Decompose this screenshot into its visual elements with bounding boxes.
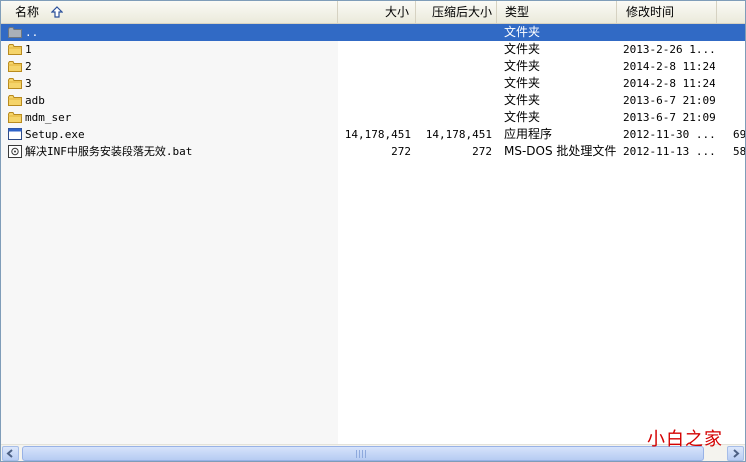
column-modified-header[interactable]: 修改时间 [617, 1, 717, 23]
file-row[interactable]: adb 文件夹 2013-6-7 21:09 [1, 92, 745, 109]
column-name-label: 名称 [15, 5, 40, 19]
folder-icon [7, 41, 23, 58]
scroll-right-button[interactable] [727, 446, 744, 461]
file-modified: 2014-2-8 11:24 [623, 77, 715, 90]
file-name: Setup.exe [25, 128, 85, 141]
file-extra [733, 58, 745, 75]
file-compressed-size [416, 75, 492, 92]
file-type: 文件夹 [504, 93, 541, 107]
file-rows: .. 文件夹 1 文件夹 2013-2-26 1... 2 文件夹 2014-2-8 11:2… [1, 24, 745, 160]
sort-up-icon [51, 6, 63, 18]
file-compressed-size [416, 109, 492, 126]
column-name-header[interactable]: 名称 [1, 1, 338, 23]
file-modified: 2012-11-30 ... [623, 128, 715, 141]
arrow-right-icon [733, 449, 740, 458]
file-type: 文件夹 [504, 76, 541, 90]
file-name: 解决INF中服务安装段落无效.bat [25, 145, 193, 158]
file-type: 应用程序 [504, 127, 553, 141]
column-type-header[interactable]: 类型 [497, 1, 617, 23]
file-name: mdm_ser [25, 111, 72, 124]
file-compressed-size [416, 58, 492, 75]
file-modified: 2013-6-7 21:09 [623, 111, 715, 124]
file-name: 1 [25, 43, 32, 56]
file-extra: 58 [733, 145, 746, 158]
scroll-thumb[interactable] [22, 446, 704, 461]
horizontal-scrollbar[interactable] [1, 444, 745, 461]
folder-icon [7, 75, 23, 92]
file-type: 文件夹 [504, 59, 541, 73]
file-extra [733, 92, 745, 109]
file-row[interactable]: Setup.exe 14,178,451 14,178,451 应用程序 2012-11… [1, 126, 745, 143]
bat-icon [7, 143, 23, 160]
file-compressed-size [416, 41, 492, 58]
file-compressed-size [416, 24, 492, 41]
file-size [338, 41, 411, 58]
file-size [338, 92, 411, 109]
column-extra-header[interactable] [717, 1, 745, 23]
file-extra [733, 109, 745, 126]
file-name: adb [25, 94, 45, 107]
file-size [338, 75, 411, 92]
file-row[interactable]: .. 文件夹 [1, 24, 745, 41]
file-row[interactable]: 1 文件夹 2013-2-26 1... [1, 41, 745, 58]
column-type-label: 类型 [505, 5, 530, 19]
scroll-left-button[interactable] [2, 446, 19, 461]
file-modified [623, 24, 715, 41]
file-row[interactable]: 2 文件夹 2014-2-8 11:24 [1, 58, 745, 75]
column-modified-label: 修改时间 [626, 5, 675, 19]
file-row[interactable]: 3 文件夹 2014-2-8 11:24 [1, 75, 745, 92]
file-compressed-size: 14,178,451 [425, 128, 492, 141]
file-modified: 2013-2-26 1... [623, 43, 715, 56]
file-name: .. [25, 26, 39, 39]
file-name: 3 [25, 77, 32, 90]
file-modified: 2013-6-7 21:09 [623, 94, 715, 107]
file-type: 文件夹 [504, 110, 541, 124]
file-extra: 69 [733, 128, 746, 141]
file-name: 2 [25, 60, 32, 73]
file-extra [733, 41, 745, 58]
file-size [338, 58, 411, 75]
file-modified: 2014-2-8 11:24 [623, 60, 715, 73]
column-size-header[interactable]: 大小 [338, 1, 416, 23]
file-extra [733, 75, 745, 92]
file-compressed-size [416, 92, 492, 109]
file-row[interactable]: 解决INF中服务安装段落无效.bat 272 272 MS-DOS 批处理文件 2012… [1, 143, 745, 160]
file-type: 文件夹 [504, 25, 541, 39]
folder-icon [7, 109, 23, 126]
watermark-text: 小白之家 [647, 429, 723, 450]
file-list-view: 名称 大小 压缩后大小 类型 修改时间 .. 文件夹 1 文件夹 2013-2-26 1… [0, 0, 746, 462]
column-compressed-label: 压缩后大小 [431, 5, 492, 19]
column-size-label: 大小 [384, 5, 409, 19]
file-compressed-size: 272 [472, 145, 492, 158]
folder-up-icon [7, 24, 23, 41]
file-size [338, 109, 411, 126]
column-compressed-header[interactable]: 压缩后大小 [416, 1, 497, 23]
file-size: 272 [391, 145, 411, 158]
file-size [338, 24, 411, 41]
file-type: MS-DOS 批处理文件 [504, 144, 616, 158]
column-header: 名称 大小 压缩后大小 类型 修改时间 [1, 1, 745, 24]
folder-icon [7, 92, 23, 109]
exe-icon [7, 126, 23, 143]
scroll-grip-icon [356, 450, 366, 458]
file-row[interactable]: mdm_ser 文件夹 2013-6-7 21:09 [1, 109, 745, 126]
file-extra [733, 24, 745, 41]
file-modified: 2012-11-13 ... [623, 145, 715, 158]
file-size: 14,178,451 [344, 128, 411, 141]
arrow-left-icon [6, 449, 13, 458]
file-type: 文件夹 [504, 42, 541, 56]
folder-icon [7, 58, 23, 75]
